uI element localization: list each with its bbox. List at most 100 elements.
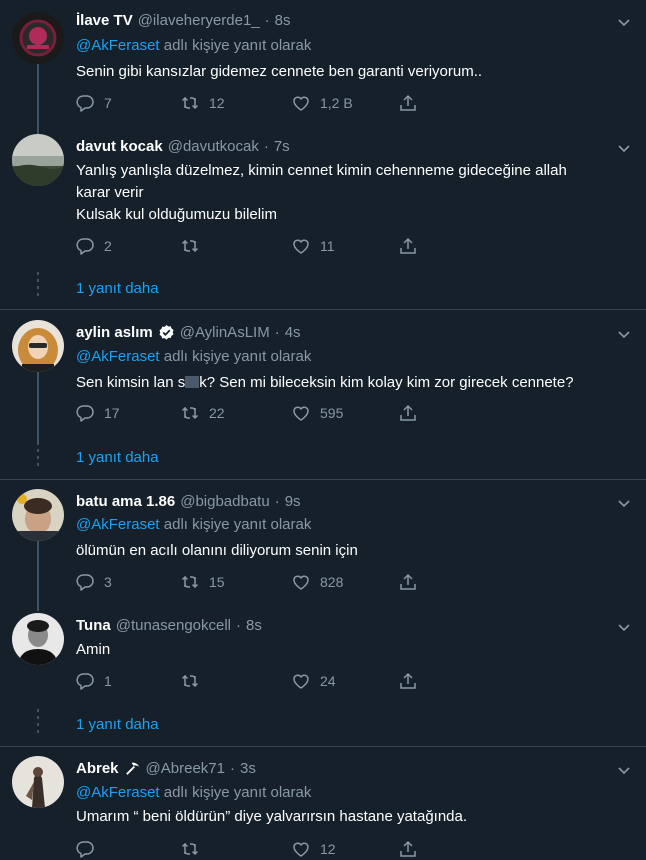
reply-count: 17: [104, 405, 120, 421]
thread-line: [37, 541, 39, 611]
timestamp[interactable]: 8s: [246, 617, 262, 634]
timestamp[interactable]: 8s: [275, 12, 291, 29]
chevron-down-icon[interactable]: [616, 619, 632, 635]
user-handle[interactable]: @bigbadbatu: [180, 493, 269, 510]
divider: [0, 309, 646, 310]
share-button[interactable]: [399, 93, 417, 113]
heart-icon: [293, 96, 309, 111]
tweet-text: Umarım “ beni öldürün” diye yalvarırsın …: [76, 808, 468, 825]
retweet-button[interactable]: [181, 236, 199, 256]
retweet-icon: [181, 674, 199, 688]
share-button[interactable]: [399, 671, 417, 691]
reply-icon: [76, 673, 94, 690]
timestamp[interactable]: 3s: [240, 760, 256, 777]
like-button[interactable]: 11: [292, 236, 335, 256]
separator-dot: ·: [263, 138, 269, 155]
avatar[interactable]: [12, 613, 64, 665]
display-name[interactable]: İlave TV: [76, 12, 133, 29]
display-name[interactable]: aylin aslım: [76, 324, 153, 341]
retweet-button[interactable]: [181, 839, 199, 859]
reply-button[interactable]: 3: [76, 572, 112, 592]
retweet-count: 22: [209, 405, 225, 421]
censored-block: [185, 376, 200, 388]
heart-icon: [293, 674, 309, 689]
chevron-down-icon[interactable]: [616, 326, 632, 342]
timestamp[interactable]: 9s: [285, 493, 301, 510]
chevron-down-icon[interactable]: [616, 495, 632, 511]
show-more-replies-link[interactable]: 1 yanıt daha: [76, 449, 159, 466]
share-icon: [400, 237, 416, 254]
tweet-header: aylin aslım @AylinAsLIM · 4s: [76, 324, 301, 341]
mention-link[interactable]: @AkFeraset: [76, 784, 160, 801]
user-handle[interactable]: @tunasengokcell: [116, 617, 231, 634]
retweet-button[interactable]: 12: [181, 93, 225, 113]
share-icon: [400, 94, 416, 111]
user-handle[interactable]: @AylinAsLIM: [180, 324, 270, 341]
reply-context: @AkFeraset adlı kişiye yanıt olarak: [76, 348, 312, 365]
like-button[interactable]: 595: [292, 403, 343, 423]
timestamp[interactable]: 7s: [274, 138, 290, 155]
mention-link[interactable]: @AkFeraset: [76, 516, 160, 533]
chevron-down-icon[interactable]: [616, 762, 632, 778]
share-button[interactable]: [399, 403, 417, 423]
retweet-icon: [181, 406, 199, 420]
like-count: 12: [320, 841, 336, 857]
retweet-button[interactable]: 22: [181, 403, 225, 423]
tweet-text: Yanlış yanlışla düzelmez, kimin cennet k…: [76, 162, 567, 223]
like-button[interactable]: 12: [292, 839, 336, 859]
reply-button[interactable]: 1: [76, 671, 112, 691]
reply-icon: [76, 238, 94, 255]
separator-dot: ·: [274, 324, 280, 341]
avatar[interactable]: [12, 12, 64, 64]
reply-button[interactable]: 2: [76, 236, 112, 256]
tweet-text: Senin gibi kansızlar gidemez cennete ben…: [76, 63, 483, 80]
user-handle[interactable]: @davutkocak: [168, 138, 259, 155]
chevron-down-icon[interactable]: [616, 140, 632, 156]
like-count: 11: [320, 238, 335, 254]
heart-icon: [293, 239, 309, 254]
mention-link[interactable]: @AkFeraset: [76, 348, 160, 365]
reply-button[interactable]: 7: [76, 93, 112, 113]
display-name[interactable]: Abrek: [76, 760, 119, 777]
avatar[interactable]: [12, 756, 64, 808]
like-button[interactable]: 828: [292, 572, 343, 592]
mention-link[interactable]: @AkFeraset: [76, 37, 160, 54]
show-more-replies-link[interactable]: 1 yanıt daha: [76, 280, 159, 297]
reply-icon: [76, 574, 94, 591]
avatar[interactable]: [12, 489, 64, 541]
like-count: 828: [320, 574, 344, 590]
display-name[interactable]: Tuna: [76, 617, 111, 634]
retweet-button[interactable]: [181, 671, 199, 691]
share-button[interactable]: [399, 839, 417, 859]
avatar[interactable]: [12, 134, 64, 186]
reply-button[interactable]: 17: [76, 403, 120, 423]
reply-count: 7: [104, 95, 112, 111]
avatar[interactable]: [12, 320, 64, 372]
user-handle[interactable]: @ilaveheryerde1_: [138, 12, 260, 29]
reply-context: @AkFeraset adlı kişiye yanıt olarak: [76, 784, 312, 801]
tweet-text: Amin: [76, 641, 111, 658]
chevron-down-icon[interactable]: [616, 14, 632, 30]
tweet-header: davut kocak @davutkocak · 7s: [76, 138, 290, 155]
separator-dot: ·: [236, 617, 242, 634]
tweet-header: İlave TV @ilaveheryerde1_ · 8s: [76, 12, 291, 29]
share-button[interactable]: [399, 236, 417, 256]
display-name[interactable]: batu ama 1.86: [76, 493, 175, 510]
like-button[interactable]: 24: [292, 671, 336, 691]
separator-dot: ·: [274, 493, 280, 510]
thread-line: [37, 372, 39, 442]
tweet-actions: 3 15 828: [76, 572, 436, 592]
pickaxe-icon: [125, 762, 139, 775]
like-button[interactable]: 1,2 B: [292, 93, 353, 113]
heart-icon: [293, 575, 309, 590]
timestamp[interactable]: 4s: [285, 324, 301, 341]
tweet-text: Sen kimsin lan s k? Sen mi bileceksin kim…: [76, 374, 574, 391]
retweet-count: 15: [209, 574, 225, 590]
show-more-replies-link[interactable]: 1 yanıt daha: [76, 716, 159, 733]
retweet-button[interactable]: 15: [181, 572, 225, 592]
user-handle[interactable]: @Abreek71: [146, 760, 225, 777]
display-name[interactable]: davut kocak: [76, 138, 163, 155]
reply-button[interactable]: [76, 839, 94, 859]
share-button[interactable]: [399, 572, 417, 592]
reply-context: @AkFeraset adlı kişiye yanıt olarak: [76, 37, 312, 54]
